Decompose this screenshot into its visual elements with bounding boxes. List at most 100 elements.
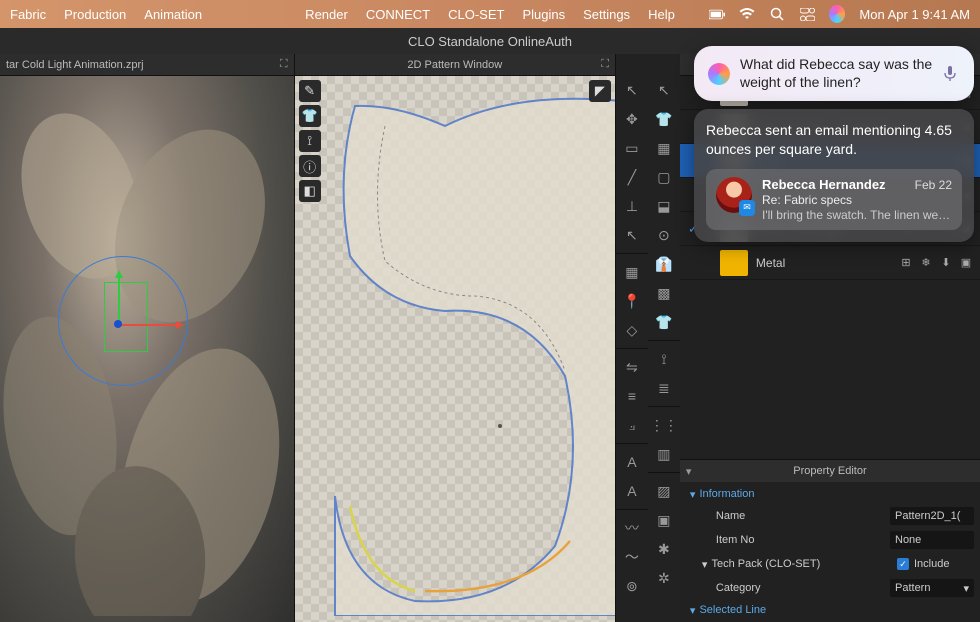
tool-bars[interactable]: ▥ [648, 440, 680, 468]
tool-dots[interactable]: ⋮⋮ [648, 411, 680, 439]
tool-arrow[interactable]: ↖ [648, 76, 680, 104]
pe-category-select[interactable]: Pattern▾ [890, 579, 974, 597]
tool-align[interactable]: ≣ [648, 374, 680, 402]
pe-itemno-value[interactable]: None [890, 531, 974, 549]
avatar: ✉ [716, 177, 752, 213]
control-center-icon[interactable] [799, 6, 815, 22]
swatch-icon [720, 250, 748, 276]
v2d-tool-triangle[interactable]: ◤ [589, 80, 611, 102]
tool-vest[interactable]: 👔 [648, 250, 680, 278]
menu-animation[interactable]: Animation [144, 7, 202, 22]
tool-flip-h[interactable]: ⇋ [616, 353, 648, 381]
tool-move[interactable]: ✥ [616, 105, 648, 133]
tool-point[interactable]: ⊙ [648, 221, 680, 249]
menu-closet[interactable]: CLO-SET [448, 7, 504, 22]
tool-select[interactable]: ↖ [616, 76, 648, 104]
search-icon[interactable] [769, 6, 785, 22]
chevron-down-icon: ▾ [963, 582, 969, 595]
pe-section-information[interactable]: ▾ Information [680, 484, 980, 504]
maximize-icon[interactable]: ⛶ [280, 58, 288, 71]
tool-curve[interactable]: 〜 [616, 543, 648, 571]
siri-query-bubble[interactable]: What did Rebecca say was the weight of t… [694, 46, 974, 101]
tool-cursor[interactable]: ↖ [616, 221, 648, 249]
chevron-down-icon[interactable]: ▾ [702, 558, 708, 571]
maximize-icon[interactable]: ⛶ [601, 58, 609, 71]
object-browser-item[interactable]: Metal ⊞❄⬇▣ [680, 246, 980, 280]
email-sender: Rebecca Hernandez [762, 177, 886, 192]
siri-email-card[interactable]: ✉ Rebecca Hernandez Feb 22 Re: Fabric sp… [706, 169, 962, 230]
tool-text-a[interactable]: A [616, 448, 648, 476]
tool-stack[interactable]: ≡ [616, 382, 648, 410]
v2d-tool-hanger[interactable]: ⟟ [299, 130, 321, 152]
tool-perp[interactable]: ⊥ [616, 192, 648, 220]
more-icon[interactable]: ▣ [958, 255, 974, 271]
viewport-3d-title: tar Cold Light Animation.zprj [6, 59, 144, 71]
pe-name-value[interactable]: Pattern2D_1( [890, 507, 974, 525]
tool-column-a: ↖ ✥ ▭ ╱ ⊥ ↖ ▦ 📍 ◇ ⇋ ≡ ⟓ A A 〰 〜 ⊚ [616, 54, 648, 622]
siri-response-panel: Rebecca sent an email mentioning 4.65 ou… [694, 109, 974, 242]
property-editor-header: ▾ Property Editor [680, 460, 980, 482]
v2d-tool-shirt[interactable]: 👕 [299, 105, 321, 127]
add-icon[interactable]: ⊞ [898, 255, 914, 271]
tool-pin[interactable]: 📍 [616, 287, 648, 315]
wifi-icon[interactable] [739, 6, 755, 22]
tool-panel[interactable]: ▦ [648, 134, 680, 162]
v2d-tool-garment[interactable]: ◧ [299, 180, 321, 202]
transform-gizmo[interactable] [58, 256, 188, 386]
menu-render[interactable]: Render [305, 7, 348, 22]
window-title: CLO Standalone OnlineAuth [408, 34, 572, 49]
menu-settings[interactable]: Settings [583, 7, 630, 22]
pe-itemno-label: Item No [716, 534, 890, 546]
menu-connect[interactable]: CONNECT [366, 7, 430, 22]
tool-square[interactable]: ▢ [648, 163, 680, 191]
menu-production[interactable]: Production [64, 7, 126, 22]
viewport-2d-panel: 2D Pattern Window ⛶ ✎ 👕 ⟟ ⓘ ◧ ◤ [294, 54, 616, 622]
freeze-icon[interactable]: ❄ [918, 255, 934, 271]
pe-include-checkbox[interactable]: ✓ [897, 558, 909, 570]
gizmo-axis-x[interactable] [118, 324, 178, 326]
tool-shirt2[interactable]: 👕 [648, 308, 680, 336]
tool-grid[interactable]: ▦ [616, 258, 648, 286]
siri-icon[interactable] [829, 6, 845, 22]
menubar-datetime[interactable]: Mon Apr 1 9:41 AM [859, 7, 970, 22]
v2d-tool-pen[interactable]: ✎ [299, 80, 321, 102]
battery-icon[interactable] [709, 6, 725, 22]
tool-gear[interactable]: ✲ [648, 564, 680, 592]
object-item-label: Metal [756, 256, 890, 270]
tool-box[interactable]: ▣ [648, 506, 680, 534]
tool-flower[interactable]: ✱ [648, 535, 680, 563]
property-editor-title: Property Editor [793, 465, 866, 477]
microphone-icon[interactable] [944, 66, 960, 82]
tool-text-a2[interactable]: A [616, 477, 648, 505]
tool-ruler[interactable]: ⟓ [616, 411, 648, 439]
v2d-tool-info[interactable]: ⓘ [299, 155, 321, 177]
gizmo-axis-y[interactable] [118, 276, 120, 326]
gizmo-origin[interactable] [114, 320, 122, 328]
tool-zigzag[interactable]: 〰 [616, 514, 648, 542]
download-icon[interactable]: ⬇ [938, 255, 954, 271]
tool-measure[interactable]: ⟟ [648, 345, 680, 373]
siri-orb-icon [708, 63, 730, 85]
mail-icon: ✉ [739, 200, 755, 216]
menu-fabric[interactable]: Fabric [10, 7, 46, 22]
viewport-3d-canvas[interactable] [0, 76, 294, 622]
siri-overlay: What did Rebecca say was the weight of t… [694, 46, 974, 242]
pe-section-selectedline[interactable]: ▾ Selected Line [680, 600, 980, 620]
menu-help[interactable]: Help [648, 7, 675, 22]
property-editor-panel: ▾ Property Editor ▾ Information Name Pat… [680, 459, 980, 622]
menu-plugins[interactable]: Plugins [522, 7, 565, 22]
tool-iron[interactable]: ⬓ [648, 192, 680, 220]
pe-techpack-label: Tech Pack (CLO-SET) [711, 558, 897, 570]
tool-diamond[interactable]: ◇ [616, 316, 648, 344]
tool-line[interactable]: ╱ [616, 163, 648, 191]
pe-name-label: Name [716, 510, 890, 522]
tool-crosshatch[interactable]: ▨ [648, 477, 680, 505]
tool-target[interactable]: ⊚ [616, 572, 648, 600]
tool-rectangle[interactable]: ▭ [616, 134, 648, 162]
tool-texture[interactable]: ▩ [648, 279, 680, 307]
collapse-icon[interactable]: ▾ [686, 465, 692, 478]
viewport-2d-canvas[interactable]: ✎ 👕 ⟟ ⓘ ◧ ◤ [295, 76, 615, 622]
gizmo-plane[interactable] [104, 282, 148, 352]
viewport-3d-panel: tar Cold Light Animation.zprj ⛶ [0, 54, 294, 622]
tool-garment-icon[interactable]: 👕 [648, 105, 680, 133]
